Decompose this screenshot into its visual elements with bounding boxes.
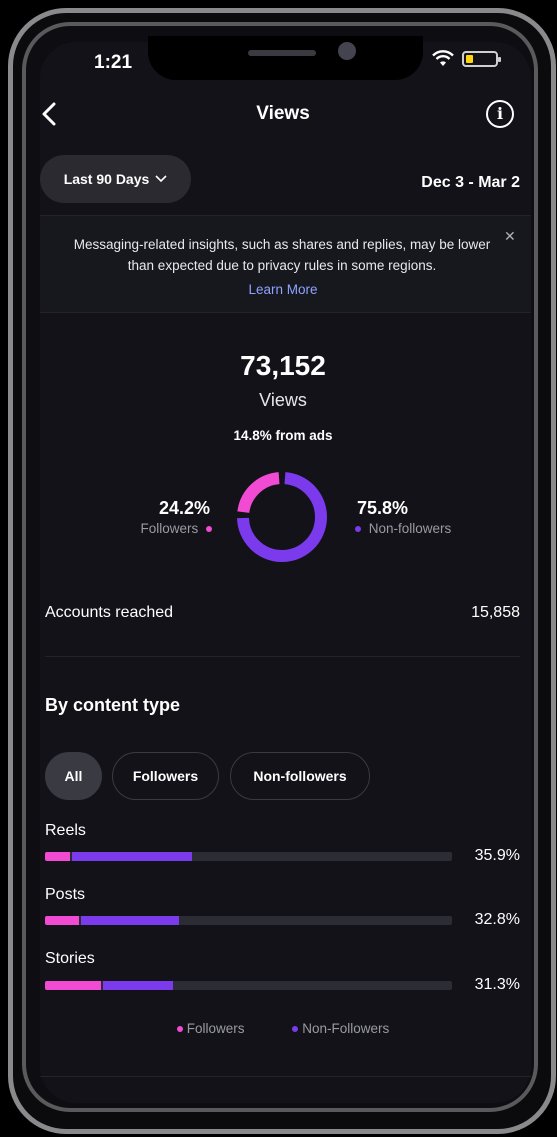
status-time: 1:21 <box>94 52 133 73</box>
filter-chip-all[interactable]: All <box>45 752 102 800</box>
followers-dot <box>206 526 212 533</box>
date-range-dropdown[interactable]: Last 90 Days <box>40 155 191 203</box>
filter-chip-followers[interactable]: Followers <box>112 752 219 800</box>
divider <box>45 656 520 657</box>
page-title: Views <box>256 103 310 124</box>
followers-dot <box>176 1026 183 1033</box>
battery-level <box>466 55 473 63</box>
learn-more-link[interactable]: Learn More <box>40 282 526 297</box>
speaker <box>248 50 316 56</box>
notch <box>148 36 423 80</box>
ads-note: 14.8% from ads <box>233 428 333 443</box>
followers-donut-segment <box>237 472 280 514</box>
chevron-down-icon <box>155 175 167 183</box>
divider <box>40 1076 531 1077</box>
non-followers-bar-segment <box>102 981 174 990</box>
total-views: 73,152 <box>240 350 326 381</box>
content-row-label: Posts <box>45 886 86 903</box>
filter-chip-non-followers[interactable]: Non-followers <box>230 752 370 800</box>
date-range-text: Dec 3 - Mar 2 <box>421 174 520 191</box>
legend-non-followers: Non-Followers <box>292 1021 389 1036</box>
section-title: By content type <box>45 695 181 715</box>
date-range-label: Last 90 Days <box>63 171 150 187</box>
non-followers-bar-segment <box>80 916 180 925</box>
content-row-percent: 32.8% <box>474 911 520 928</box>
followers-bar-segment <box>45 916 79 925</box>
content-bar <box>45 981 452 990</box>
non-followers-dot <box>292 1026 299 1033</box>
content-row-label: Reels <box>45 822 86 839</box>
accounts-reached-value: 15,858 <box>471 604 520 621</box>
info-icon[interactable]: i <box>486 100 514 128</box>
chart-legend: Followers Non-Followers <box>40 1021 526 1036</box>
followers-label: Followers <box>90 521 212 536</box>
followers-percent: 24.2% <box>158 498 210 518</box>
notice-text: Messaging-related insights, such as shar… <box>73 237 491 273</box>
non-followers-bar-segment <box>71 852 193 861</box>
followers-donut-chart <box>237 472 327 562</box>
accounts-reached-label: Accounts reached <box>45 604 174 621</box>
status-icons <box>432 50 501 68</box>
close-icon[interactable]: ✕ <box>504 228 516 245</box>
total-views-label: Views <box>259 390 307 410</box>
non-followers-label: Non-followers <box>355 521 451 536</box>
content-bar <box>45 916 452 925</box>
followers-bar-segment <box>45 981 101 990</box>
divider <box>40 312 531 313</box>
content-bar <box>45 852 452 861</box>
content-row-percent: 35.9% <box>474 847 520 864</box>
battery-icon <box>462 51 501 67</box>
privacy-notice: Messaging-related insights, such as shar… <box>40 216 531 312</box>
followers-bar-segment <box>45 852 70 861</box>
wifi-icon <box>432 50 454 66</box>
non-followers-dot <box>355 526 361 533</box>
front-camera <box>338 42 356 60</box>
header: Views i <box>40 96 531 136</box>
content-row-label: Stories <box>45 950 95 967</box>
content-row-percent: 31.3% <box>474 976 520 993</box>
non-followers-percent: 75.8% <box>357 498 409 518</box>
legend-followers: Followers <box>176 1021 244 1036</box>
